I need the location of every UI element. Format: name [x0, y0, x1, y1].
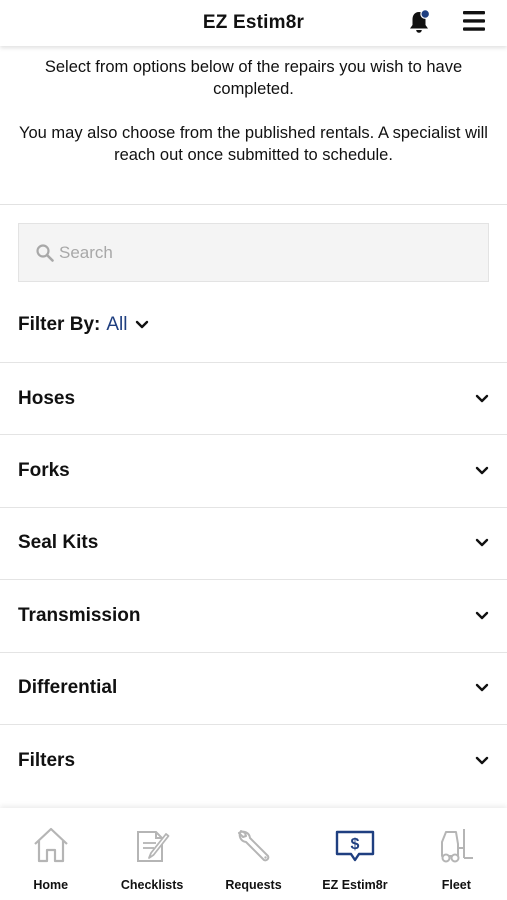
tab-label: EZ Estim8r [322, 878, 388, 892]
category-row-forks[interactable]: Forks [0, 434, 507, 507]
page-title: EZ Estim8r [202, 12, 305, 33]
category-label: Hoses [18, 387, 76, 409]
home-icon [33, 827, 68, 863]
category-row-differential[interactable]: Differential [0, 651, 507, 724]
filter-label: Filter By: [18, 314, 101, 335]
chevron-down-icon [475, 466, 489, 475]
chevron-down-icon[interactable] [135, 320, 149, 330]
tab-label: Fleet [441, 878, 471, 892]
chevron-down-icon [475, 394, 489, 402]
category-row-hoses[interactable]: Hoses [0, 362, 507, 435]
app-header: EZ Estim8r [0, 0, 507, 46]
repair-category-list: Hoses Forks Seal Kits Transmission Diffe… [0, 362, 507, 797]
chevron-down-icon [475, 611, 489, 620]
chevron-down-icon [475, 756, 489, 764]
checklist-icon [137, 831, 170, 862]
search-box[interactable] [18, 223, 489, 282]
tab-checklists[interactable]: Checklists [101, 808, 202, 900]
forklift-icon [441, 829, 474, 863]
filter-value[interactable]: All [106, 314, 127, 336]
tab-label: Home [33, 878, 69, 892]
tab-fleet[interactable]: Fleet [406, 808, 507, 900]
category-label: Forks [18, 460, 70, 482]
category-row-filters[interactable]: Filters [0, 723, 507, 797]
category-label: Differential [18, 677, 118, 699]
tab-requests[interactable]: Requests [203, 808, 304, 900]
category-row-seal-kits[interactable]: Seal Kits [0, 506, 507, 580]
category-label: Filters [18, 749, 76, 771]
tab-label: Requests [225, 878, 282, 892]
tab-ez-estim8r[interactable]: $ EZ Estim8r [304, 808, 405, 900]
svg-text:$: $ [350, 836, 359, 853]
bottom-tab-bar: Home Checklists Requests $ EZ Estim8r Fl… [0, 808, 507, 900]
search-input[interactable] [59, 242, 459, 263]
hamburger-menu-icon[interactable] [462, 10, 486, 32]
section-divider [0, 204, 507, 205]
chevron-down-icon [475, 539, 489, 547]
filter-control[interactable]: Filter By: All [18, 313, 149, 337]
intro-text: Select from options below of the repairs… [0, 56, 507, 166]
estimate-icon: $ [335, 830, 375, 862]
chevron-down-icon [475, 684, 489, 692]
category-row-transmission[interactable]: Transmission [0, 579, 507, 652]
category-label: Seal Kits [18, 532, 99, 554]
intro-line-1: Select from options below of the repairs… [44, 58, 463, 98]
category-label: Transmission [18, 604, 141, 626]
intro-line-2: You may also choose from the published r… [19, 124, 488, 164]
notification-bell-icon[interactable] [407, 9, 431, 35]
tab-home[interactable]: Home [0, 808, 101, 900]
search-icon [36, 243, 54, 262]
wrench-icon [237, 830, 269, 862]
tab-label: Checklists [120, 878, 184, 892]
